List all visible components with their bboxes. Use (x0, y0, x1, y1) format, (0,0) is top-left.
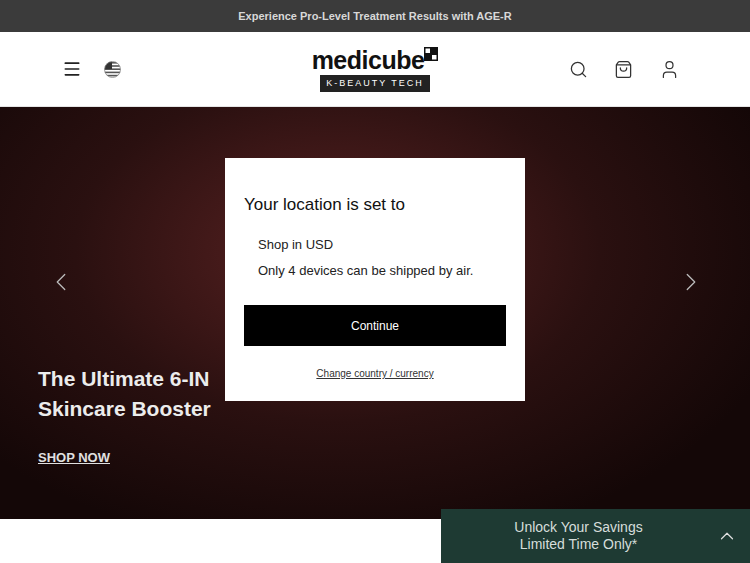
announcement-text[interactable]: Experience Pro-Level Treatment Results w… (238, 8, 511, 25)
search-icon[interactable] (569, 60, 588, 79)
logo[interactable]: medicube K-BEAUTY TECH (222, 47, 528, 92)
announcement-bar: Experience Pro-Level Treatment Results w… (0, 0, 750, 32)
menu-icon[interactable] (62, 59, 82, 79)
change-country-link[interactable]: Change country / currency (316, 366, 433, 381)
modal-info-line: Only 4 devices can be shipped by air. (258, 262, 506, 280)
savings-text: Limited Time Only* (520, 536, 637, 553)
location-modal: Your location is set to Shop in USD Only 4… (225, 158, 525, 401)
logo-cross-icon (424, 47, 438, 61)
flag-globe-icon[interactable] (104, 61, 121, 78)
prev-arrow-icon[interactable] (46, 267, 76, 297)
continue-button[interactable]: Continue (244, 305, 506, 346)
page: Experience Pro-Level Treatment Results w… (0, 0, 750, 563)
next-arrow-icon[interactable] (676, 267, 706, 297)
bag-icon[interactable] (614, 60, 633, 79)
user-icon[interactable] (659, 59, 680, 80)
shop-now-link[interactable]: SHOP NOW (38, 448, 110, 468)
expand-icon[interactable] (716, 525, 738, 547)
savings-text: Unlock Your Savings (514, 519, 642, 536)
modal-title: Your location is set to (244, 194, 506, 216)
header: medicube K-BEAUTY TECH (0, 32, 750, 107)
logo-tagline: K-BEAUTY TECH (320, 75, 430, 92)
savings-tab[interactable]: Unlock Your SavingsLimited Time Only* (441, 509, 750, 563)
modal-info-line: Shop in USD (258, 236, 506, 254)
logo-name: medicube (312, 47, 425, 73)
